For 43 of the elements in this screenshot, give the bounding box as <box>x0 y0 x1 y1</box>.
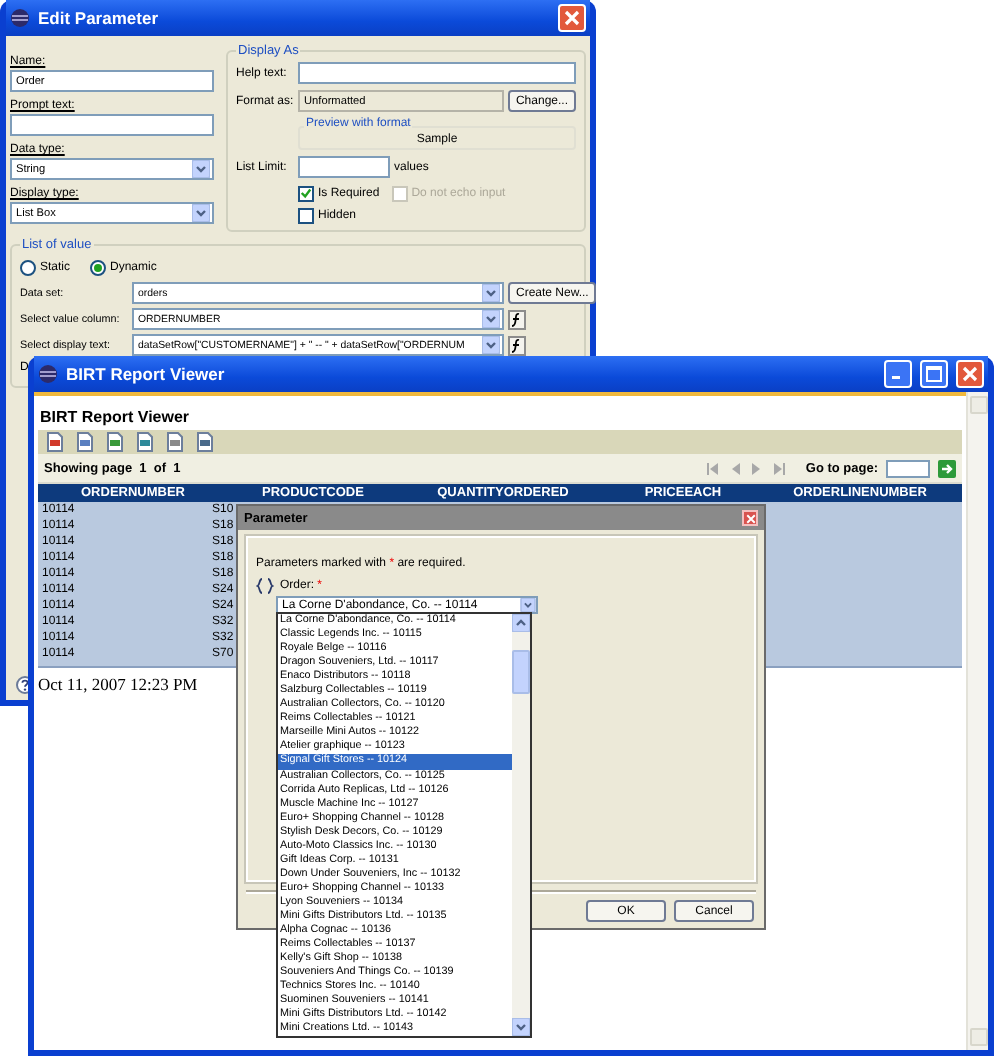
dropdown-arrow-icon[interactable] <box>482 284 500 302</box>
document-icon[interactable] <box>196 432 214 452</box>
scroll-down-icon[interactable] <box>512 1018 530 1036</box>
window-title: Edit Parameter <box>38 8 160 28</box>
function-icon[interactable] <box>508 309 526 329</box>
input-field[interactable] <box>298 62 576 84</box>
scroll-thumb[interactable] <box>512 650 530 694</box>
document-icon[interactable] <box>76 432 94 452</box>
export-icon[interactable] <box>106 432 124 452</box>
report-heading: BIRT Report Viewer <box>40 408 190 426</box>
dropdown-arrow-icon[interactable] <box>482 310 500 328</box>
close-button[interactable] <box>742 510 758 527</box>
dropdown-arrow-icon[interactable] <box>192 204 210 222</box>
maximize-button[interactable] <box>920 360 948 388</box>
braces-icon <box>256 578 274 595</box>
printer-icon[interactable] <box>166 432 184 452</box>
dropdown-list[interactable] <box>276 612 532 1038</box>
minimize-button[interactable] <box>884 360 912 388</box>
window-icon <box>10 8 30 28</box>
maximize-icon <box>926 366 942 382</box>
scrollbar[interactable] <box>966 392 988 1050</box>
function-icon[interactable] <box>508 335 526 355</box>
checkbox[interactable] <box>298 207 314 223</box>
scroll-up-icon[interactable] <box>512 614 530 632</box>
document-icon[interactable] <box>46 432 64 452</box>
timestamp: Oct 11, 2007 12:23 PM <box>38 674 198 694</box>
close-icon <box>564 10 580 26</box>
page-input[interactable] <box>886 459 930 477</box>
input-field[interactable] <box>298 156 390 178</box>
checkbox[interactable] <box>298 185 314 201</box>
window-title: BIRT Report Viewer <box>66 364 227 384</box>
dropdown-arrow-icon[interactable] <box>192 160 210 178</box>
scrollbar[interactable] <box>512 614 530 1036</box>
close-icon <box>962 366 978 382</box>
close-icon <box>745 513 755 524</box>
radio-button[interactable] <box>90 259 107 275</box>
window-icon <box>38 364 58 384</box>
radio-button[interactable] <box>20 259 36 275</box>
export-icon[interactable] <box>136 432 154 452</box>
go-icon[interactable] <box>938 459 956 477</box>
dropdown-arrow-icon[interactable] <box>482 336 500 354</box>
input-field[interactable] <box>10 114 214 136</box>
dropdown-arrow-icon[interactable] <box>520 598 536 612</box>
